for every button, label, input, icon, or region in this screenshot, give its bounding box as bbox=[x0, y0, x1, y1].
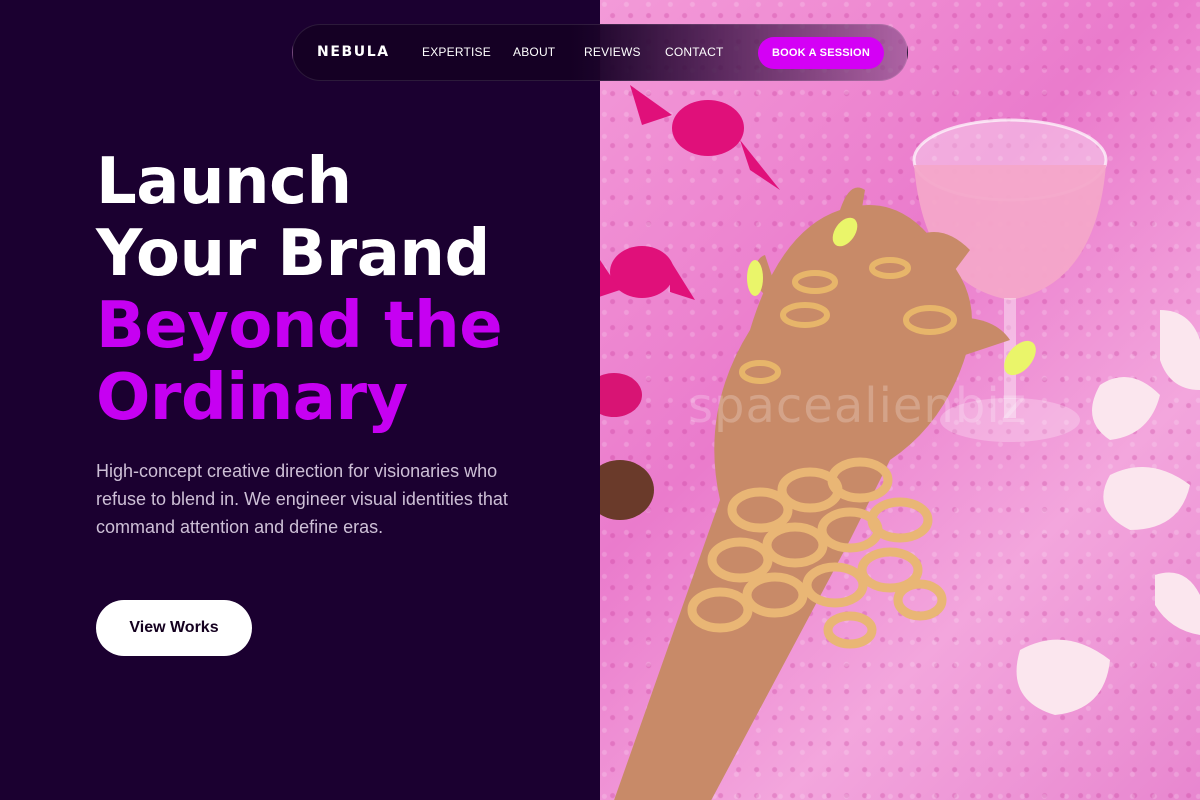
hero-title-line-2: Your Brand bbox=[96, 217, 490, 291]
candy-2 bbox=[600, 246, 695, 300]
watermark-text: spacealienbiz bbox=[688, 378, 1027, 434]
hero-title-line-1: Launch bbox=[96, 145, 352, 219]
candy-1 bbox=[630, 85, 780, 190]
petals bbox=[1016, 310, 1200, 715]
hero-description: High-concept creative direction for visi… bbox=[96, 461, 508, 537]
nav-link-contact[interactable]: CONTACT bbox=[665, 45, 724, 59]
chocolate bbox=[600, 460, 654, 520]
hero-title-line-4: Ordinary bbox=[96, 361, 408, 435]
nav-link-about[interactable]: ABOUT bbox=[513, 45, 555, 59]
book-session-button[interactable]: BOOK A SESSION bbox=[758, 37, 884, 69]
candy-3 bbox=[600, 373, 642, 417]
hero-title-line-3: Beyond the bbox=[96, 289, 503, 363]
hero-title: Launch Your Brand Beyond the Ordinary bbox=[96, 145, 503, 435]
nav-link-reviews[interactable]: REVIEWS bbox=[584, 45, 641, 59]
view-works-button[interactable]: View Works bbox=[96, 600, 252, 656]
nav-link-expertise[interactable]: EXPERTISE bbox=[422, 45, 491, 59]
brand-logo[interactable]: NEBULA bbox=[317, 44, 390, 60]
navbar: NEBULA EXPERTISE ABOUT REVIEWS CONTACT B… bbox=[292, 24, 908, 81]
